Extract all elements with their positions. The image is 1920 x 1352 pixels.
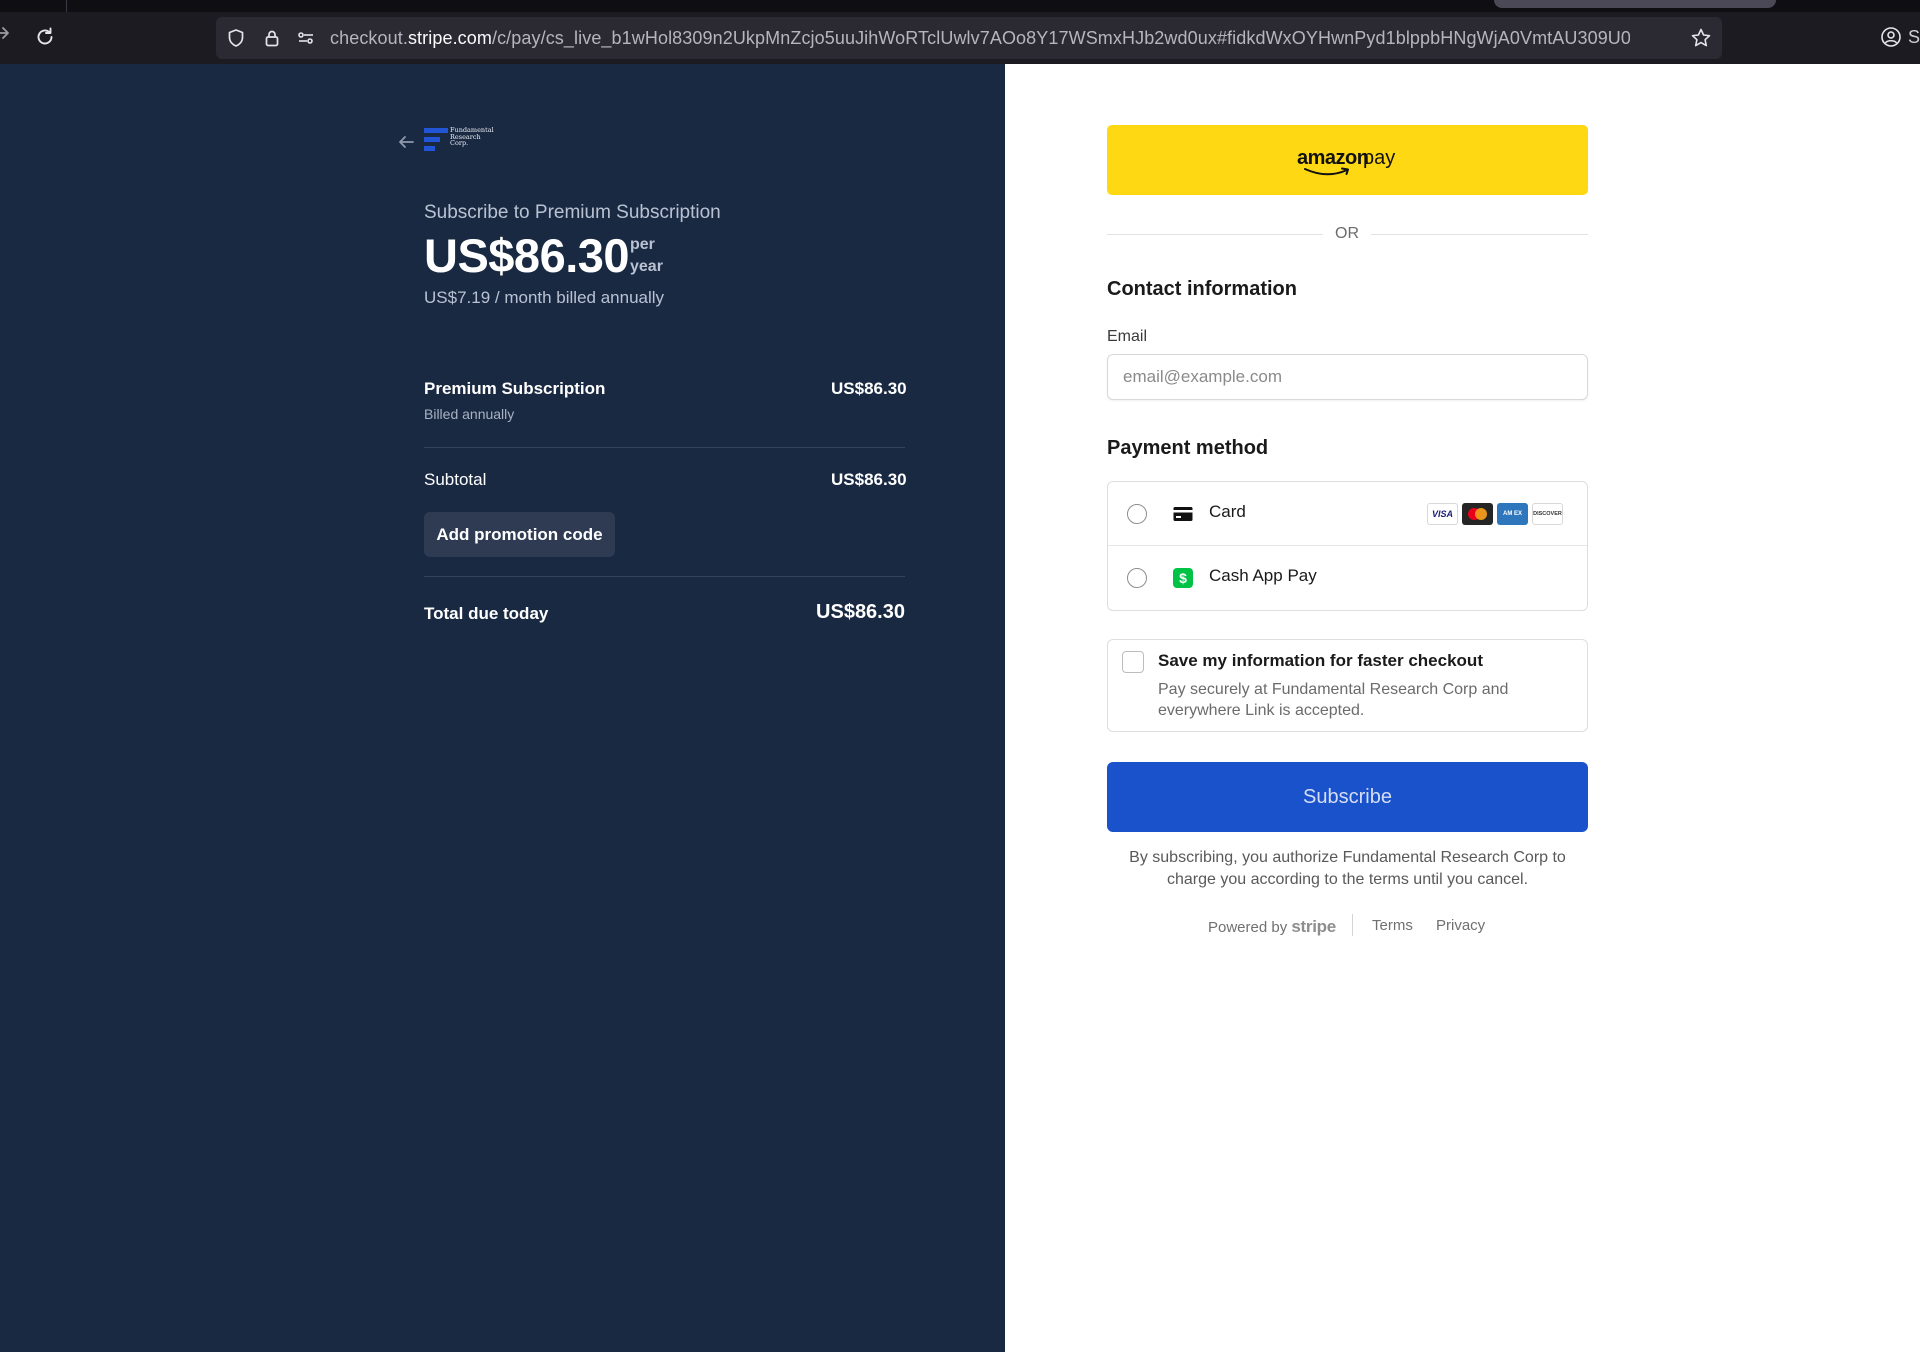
payment-form-panel: amazon pay OR Contact information Email …: [1005, 64, 1920, 1352]
svg-text:$: $: [1179, 570, 1187, 586]
amazon-smile-icon: [1304, 167, 1349, 176]
url-path: /c/pay/cs_live_b1wHol8309n2UkpMnZcjo5uuJ…: [491, 28, 1630, 48]
cash-app-radio[interactable]: [1127, 568, 1147, 588]
card-icon: [1173, 507, 1193, 521]
url-prefix: checkout.: [330, 28, 408, 48]
save-info-description: Pay securely at Fundamental Research Cor…: [1158, 681, 1509, 719]
subtotal-label: Subtotal: [424, 470, 487, 489]
account-button[interactable]: S: [1880, 26, 1920, 50]
reload-icon[interactable]: [34, 26, 56, 48]
address-bar[interactable]: checkout.stripe.com/c/pay/cs_live_b1wHol…: [216, 17, 1722, 59]
forward-icon[interactable]: [0, 24, 12, 42]
visa-icon: VISA: [1427, 503, 1458, 525]
lock-icon[interactable]: [262, 28, 282, 48]
logo-text: Fundamental Research Corp.: [450, 127, 494, 147]
back-arrow-icon[interactable]: [396, 132, 416, 152]
shield-icon[interactable]: [226, 28, 246, 48]
mastercard-icon: [1462, 503, 1493, 525]
product-heading: Subscribe to Premium Subscription: [424, 202, 721, 223]
logo-mark-icon: [424, 128, 448, 151]
account-label: S: [1908, 27, 1920, 47]
amex-icon: AM EX: [1497, 503, 1528, 525]
footer-separator: [1352, 914, 1353, 936]
powered-by-label: Powered by: [1208, 919, 1288, 936]
subtotal-value: US$86.30: [831, 470, 907, 489]
terms-link[interactable]: Terms: [1372, 917, 1413, 934]
or-divider-left: [1107, 234, 1323, 235]
save-info-title: Save my information for faster checkout: [1158, 651, 1483, 670]
price-period: per year: [630, 234, 690, 278]
authorization-notice: By subscribing, you authorize Fundamenta…: [1129, 849, 1566, 888]
payment-method-heading: Payment method: [1107, 437, 1269, 459]
url-host: stripe.com: [407, 28, 492, 48]
logo-text-line: Corp.: [450, 139, 469, 147]
powered-by-stripe[interactable]: Powered by stripe: [1208, 917, 1336, 937]
card-label: Card: [1209, 502, 1246, 521]
tab-divider: [66, 0, 67, 12]
divider: [424, 576, 905, 577]
discover-icon: DISCOVER: [1532, 503, 1563, 525]
cash-app-label: Cash App Pay: [1209, 566, 1317, 585]
card-brands: VISA AM EX DISCOVER: [1427, 503, 1567, 525]
contact-information-heading: Contact information: [1107, 278, 1297, 300]
amazon-pay-label: pay: [1363, 147, 1396, 169]
privacy-link[interactable]: Privacy: [1436, 917, 1485, 934]
email-label: Email: [1107, 328, 1148, 345]
merchant-logo[interactable]: Fundamental Research Corp.: [424, 126, 496, 158]
payment-option-card[interactable]: Card VISA AM EX DISCOVER: [1108, 482, 1587, 546]
url-text[interactable]: checkout.stripe.com/c/pay/cs_live_b1wHol…: [330, 28, 1630, 49]
payment-method-list: Card VISA AM EX DISCOVER $ Cash App Pay: [1107, 481, 1588, 611]
line-item-price: US$86.30: [831, 379, 907, 398]
permissions-icon[interactable]: [296, 28, 316, 48]
stripe-logo: stripe: [1291, 917, 1336, 936]
amazon-pay-button[interactable]: amazon pay: [1107, 125, 1588, 195]
amazon-pay-logo: amazon pay: [1297, 147, 1407, 177]
browser-toolbar: checkout.stripe.com/c/pay/cs_live_b1wHol…: [0, 0, 1920, 64]
save-info-checkbox[interactable]: [1122, 651, 1144, 673]
order-summary-panel: Fundamental Research Corp. Subscribe to …: [0, 64, 1005, 1352]
footer: Powered by stripe Terms Privacy: [1005, 914, 1920, 938]
account-icon: [1881, 27, 1901, 47]
or-divider-right: [1371, 234, 1588, 235]
card-radio[interactable]: [1127, 504, 1147, 524]
divider: [424, 447, 905, 448]
cash-app-icon: $: [1173, 568, 1193, 588]
total-label: Total due today: [424, 604, 549, 623]
price-period-year: year: [630, 258, 663, 275]
add-promotion-code-button[interactable]: Add promotion code: [424, 512, 615, 557]
monthly-equivalent: US$7.19 / month billed annually: [424, 288, 665, 307]
line-item-name: Premium Subscription: [424, 379, 606, 398]
email-input[interactable]: [1107, 354, 1588, 400]
or-separator: OR: [1335, 225, 1359, 242]
line-item-billing: Billed annually: [424, 406, 515, 422]
browser-tab[interactable]: [1494, 0, 1776, 8]
subscribe-button[interactable]: Subscribe: [1107, 762, 1588, 832]
payment-option-cash-app-pay[interactable]: $ Cash App Pay: [1108, 546, 1587, 610]
total-value: US$86.30: [816, 601, 905, 623]
link-save-info[interactable]: Save my information for faster checkout …: [1107, 639, 1588, 732]
price-period-per: per: [630, 236, 655, 253]
bookmark-star-icon[interactable]: [1690, 27, 1712, 49]
price-amount: US$86.30: [424, 229, 630, 282]
